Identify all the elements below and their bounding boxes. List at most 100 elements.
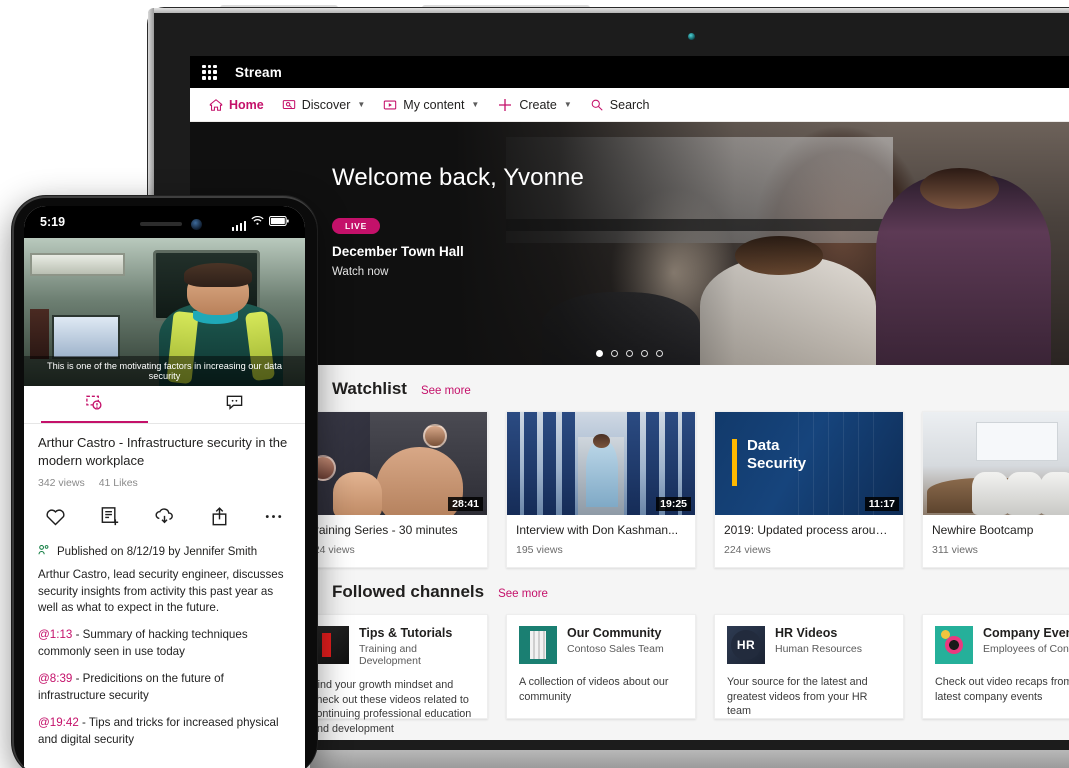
download-icon[interactable] <box>153 505 176 528</box>
phone-video-title: Arthur Castro - Infrastructure security … <box>38 435 288 468</box>
channel-card[interactable]: Our Community Contoso Sales Team A colle… <box>506 614 696 719</box>
video-views: 195 views <box>516 544 563 556</box>
hero-banner[interactable]: Welcome back, Yvonne LIVE December Town … <box>190 122 1069 365</box>
video-title: Training Series - 30 minutes <box>308 523 458 537</box>
carousel-dot-4[interactable] <box>641 350 648 357</box>
phone-front-camera-icon <box>191 219 202 230</box>
phone-video-likes: 41 Likes <box>98 477 138 490</box>
hero-event-title: December Town Hall <box>332 244 464 259</box>
channel-card[interactable]: Company Events Employees of Contoso Chec… <box>922 614 1069 719</box>
phone-earpiece <box>140 222 182 226</box>
phone-status-icons <box>231 213 290 231</box>
video-views: 224 views <box>724 544 771 556</box>
watchlist-cards: 28:41 Training Series - 30 minutes 124 v… <box>190 399 1069 568</box>
channel-description: Check out video recaps from the latest c… <box>935 676 1069 703</box>
video-meta: 2019: Updated process around... 224 view… <box>715 515 903 567</box>
nav-item-my-content[interactable]: My content ▼ <box>374 88 488 122</box>
tab-video-details[interactable] <box>24 386 165 423</box>
video-caption: This is one of the motivating factors in… <box>24 356 305 386</box>
watch-now-link[interactable]: Watch now <box>332 266 584 278</box>
app-title: Stream <box>235 64 282 80</box>
wifi-icon <box>251 213 264 231</box>
video-description: Arthur Castro, lead security engineer, d… <box>38 568 284 614</box>
plus-icon <box>497 97 513 113</box>
live-badge: LIVE <box>332 218 381 234</box>
heart-icon[interactable] <box>44 505 67 528</box>
channel-name: Company Events <box>983 626 1069 640</box>
channel-card[interactable]: HR HR Videos Human Resources Your source… <box>714 614 904 719</box>
chevron-down-icon[interactable]: ▼ <box>357 100 365 109</box>
phone-video-player[interactable]: This is one of the motivating factors in… <box>24 238 305 386</box>
carousel-dot-3[interactable] <box>626 350 633 357</box>
chevron-down-icon[interactable]: ▼ <box>471 100 479 109</box>
video-thumbnail: 28:41 <box>299 412 487 515</box>
channel-name: Our Community <box>567 626 662 640</box>
video-duration: 11:17 <box>864 497 899 511</box>
phone-screen: 5:19 This is one of the motivating facto… <box>24 206 305 768</box>
watchlist-see-more[interactable]: See more <box>421 385 471 397</box>
laptop-webcam-icon <box>688 33 695 40</box>
carousel-dot-1[interactable] <box>596 350 603 357</box>
video-card[interactable]: 28:41 Training Series - 30 minutes 124 v… <box>298 411 488 568</box>
channel-description: Your source for the latest and greatest … <box>727 676 868 718</box>
search-icon <box>590 98 604 112</box>
video-details-icon <box>85 393 104 417</box>
video-thumbnail <box>923 412 1069 515</box>
more-ellipsis-icon[interactable] <box>262 505 285 528</box>
phone-video-views: 342 views <box>38 477 85 490</box>
video-meta: Interview with Don Kashman... 195 views <box>507 515 695 567</box>
nav-label-discover: Discover <box>301 97 351 112</box>
watchlist-header: Watchlist See more <box>190 379 1069 399</box>
suite-header: Stream <box>190 56 1069 88</box>
laptop-base <box>310 750 1069 768</box>
discover-icon <box>282 98 296 112</box>
timestamp-row: @1:13 - Summary of hacking techniques co… <box>38 627 291 660</box>
nav-label-create: Create <box>519 97 557 112</box>
nav-label-my-content: My content <box>403 97 465 112</box>
video-card[interactable]: Data Security 11:17 2019: Updated process… <box>714 411 904 568</box>
video-card[interactable]: 19:25 Interview with Don Kashman... 195 … <box>506 411 696 568</box>
nav-item-home[interactable]: Home <box>200 88 273 122</box>
followed-channels-see-more[interactable]: See more <box>498 588 548 600</box>
share-icon[interactable] <box>208 505 231 528</box>
stream-app-window: Stream Home Discover ▼ My content ▼ Crea… <box>190 56 1069 740</box>
publish-text: Published on 8/12/19 by Jennifer Smith <box>57 545 258 558</box>
video-views: 311 views <box>932 544 978 556</box>
comments-icon <box>225 393 244 417</box>
channel-owner: Human Resources <box>775 643 862 655</box>
cellular-signal-icon <box>231 221 246 231</box>
battery-icon <box>269 213 289 231</box>
timestamp-row: @8:39 - Predicitions on the future of in… <box>38 671 291 704</box>
chevron-down-icon[interactable]: ▼ <box>564 100 572 109</box>
channel-owner: Employees of Contoso <box>983 643 1069 655</box>
timestamp-link[interactable]: @8:39 <box>38 672 72 685</box>
add-to-watchlist-icon[interactable] <box>99 505 122 528</box>
video-card[interactable]: Newhire Bootcamp 311 views <box>922 411 1069 568</box>
company-events-thumb <box>935 626 973 664</box>
timestamp-link[interactable]: @1:13 <box>38 628 72 641</box>
video-title: Interview with Don Kashman... <box>516 523 679 537</box>
phone-clock: 5:19 <box>40 215 66 229</box>
video-title: Newhire Bootcamp <box>932 523 1034 537</box>
watchlist-title: Watchlist <box>332 379 407 398</box>
channel-name: HR Videos <box>775 626 838 640</box>
video-meta: Newhire Bootcamp 311 views <box>923 515 1069 567</box>
nav-item-search[interactable]: Search <box>581 88 659 122</box>
video-meta: Training Series - 30 minutes 124 views <box>299 515 487 567</box>
app-launcher-icon[interactable] <box>202 64 217 80</box>
carousel-dot-5[interactable] <box>656 350 663 357</box>
tab-comments[interactable] <box>165 386 306 423</box>
timestamp-link[interactable]: @19:42 <box>38 716 79 729</box>
screenshot-stage: Stream Home Discover ▼ My content ▼ Crea… <box>0 0 1069 768</box>
nav-item-create[interactable]: Create ▼ <box>488 88 580 122</box>
nav-item-discover[interactable]: Discover ▼ <box>273 88 375 122</box>
channel-card[interactable]: Tips & Tutorials Training and Developmen… <box>298 614 488 735</box>
video-icon <box>383 98 397 112</box>
hr-thumb-text: HR <box>736 638 756 652</box>
followed-channels-section: Followed channels See more Tips & Tutori… <box>190 568 1069 735</box>
channel-description: Find your growth mindset and check out t… <box>311 679 472 735</box>
our-community-thumb <box>519 626 557 664</box>
welcome-message: Welcome back, Yvonne <box>332 164 584 191</box>
carousel-dot-2[interactable] <box>611 350 618 357</box>
hr-videos-thumb: HR <box>727 626 765 664</box>
